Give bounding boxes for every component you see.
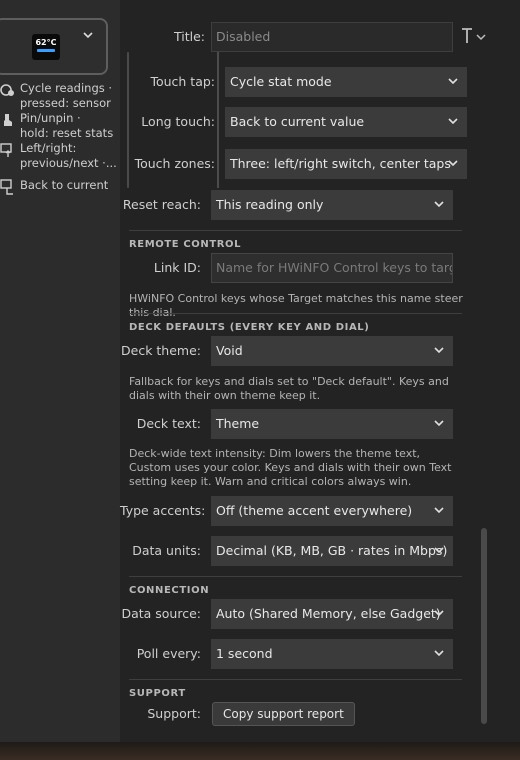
left-scroll-indicator: [127, 52, 129, 188]
section-divider: [129, 313, 462, 314]
type-accents-value: Off (theme accent everywhere): [216, 503, 413, 518]
chevron-down-icon: [448, 118, 458, 125]
chevron-down-icon: [448, 160, 458, 167]
action-label: Back to current: [20, 178, 109, 192]
data-source-value: Auto (Shared Memory, else Gadget): [216, 606, 441, 621]
arrows-icon: [0, 143, 12, 157]
poll-every-value: 1 second: [216, 646, 273, 661]
touch-tap-select[interactable]: Cycle stat mode: [225, 67, 467, 97]
actions-pane: 62°C Cycle readings · pressed: sensor Pi…: [0, 0, 120, 742]
chevron-down-icon: [434, 420, 444, 427]
deck-text-select[interactable]: Theme: [211, 409, 453, 439]
type-accents-label: Type accents:: [120, 503, 206, 518]
reset-reach-label: Reset reach:: [122, 197, 201, 212]
deck-theme-help: Fallback for keys and dials set to "Deck…: [129, 375, 449, 402]
key-thumbnail-bar: [37, 49, 55, 52]
deck-theme-label: Deck theme:: [121, 343, 201, 358]
data-units-select[interactable]: Decimal (KB, MB, GB · rates in Mbps): [211, 536, 453, 566]
key-thumbnail: 62°C: [32, 34, 60, 60]
deck-text-label: Deck text:: [136, 416, 201, 431]
chevron-down-icon: [434, 650, 444, 657]
chevron-down-icon: [83, 32, 93, 39]
long-touch-value: Back to current value: [230, 114, 365, 129]
long-touch-select[interactable]: Back to current value: [225, 107, 467, 137]
action-back-to-current[interactable]: Back to current: [0, 178, 120, 195]
data-units-value: Decimal (KB, MB, GB · rates in Mbps): [216, 543, 448, 558]
return-icon: [0, 179, 13, 195]
chevron-down-icon: [434, 507, 444, 514]
dial-group-indicator: [217, 52, 219, 188]
chevron-down-icon: [434, 201, 444, 208]
touch-tap-label: Touch tap:: [150, 74, 215, 89]
chevron-down-icon: [434, 347, 444, 354]
deck-defaults-heading: DECK DEFAULTS (EVERY KEY AND DIAL): [129, 322, 370, 333]
action-label: Pin/unpin · hold: reset stats: [20, 111, 114, 140]
action-left-right[interactable]: Left/right: previous/next ·...: [0, 141, 120, 171]
bottom-edge: [0, 742, 520, 760]
deck-theme-value: Void: [216, 343, 243, 358]
poll-every-select[interactable]: 1 second: [211, 639, 453, 669]
key-thumbnail-temp: 62°C: [35, 38, 57, 47]
link-id-placeholder: Name for HWiNFO Control keys to target: [216, 260, 453, 275]
touch-zones-select[interactable]: Three: left/right switch, center taps: [225, 149, 467, 179]
data-units-label: Data units:: [132, 543, 201, 558]
action-pin-unpin[interactable]: Pin/unpin · hold: reset stats: [0, 111, 120, 141]
section-divider: [129, 679, 462, 680]
scrollbar-thumb[interactable]: [481, 528, 487, 724]
action-label: Cycle readings · pressed: sensor: [20, 81, 113, 110]
key-preview-dropdown[interactable]: 62°C: [0, 18, 108, 75]
pin-icon: [4, 114, 12, 126]
cycle-icon: [0, 84, 14, 96]
section-divider: [129, 576, 462, 577]
touch-zones-label: Touch zones:: [134, 156, 215, 171]
poll-every-label: Poll every:: [136, 646, 201, 661]
action-cycle-readings[interactable]: Cycle readings · pressed: sensor: [0, 81, 120, 111]
chevron-down-icon: [434, 610, 444, 617]
text-type-icon[interactable]: [460, 27, 488, 47]
touch-zones-value: Three: left/right switch, center taps: [230, 156, 451, 171]
copy-support-report-button[interactable]: Copy support report: [212, 702, 355, 726]
touch-tap-value: Cycle stat mode: [230, 74, 332, 89]
chevron-down-icon: [434, 547, 444, 554]
reset-reach-value: This reading only: [216, 197, 324, 212]
section-divider: [129, 230, 462, 231]
title-label: Title:: [174, 29, 205, 44]
deck-theme-select[interactable]: Void: [211, 336, 453, 366]
action-label: Left/right: previous/next ·...: [20, 141, 117, 170]
data-source-select[interactable]: Auto (Shared Memory, else Gadget): [211, 599, 453, 629]
chevron-down-icon: [448, 78, 458, 85]
connection-heading: CONNECTION: [129, 585, 210, 596]
type-accents-select[interactable]: Off (theme accent everywhere): [211, 496, 453, 526]
support-label: Support:: [147, 706, 201, 721]
long-touch-label: Long touch:: [141, 114, 215, 129]
remote-control-help: HWiNFO Control keys whose Target matches…: [129, 292, 463, 319]
deck-text-help: Deck-wide text intensity: Dim lowers the…: [129, 447, 452, 488]
remote-control-heading: REMOTE CONTROL: [129, 239, 242, 250]
reset-reach-select[interactable]: This reading only: [211, 190, 453, 220]
link-id-label: Link ID:: [153, 260, 201, 275]
link-id-input[interactable]: Name for HWiNFO Control keys to target: [211, 253, 453, 283]
data-source-label: Data source:: [121, 606, 201, 621]
deck-text-value: Theme: [216, 416, 260, 431]
support-heading: SUPPORT: [129, 688, 186, 699]
title-input[interactable]: Disabled: [211, 22, 453, 52]
